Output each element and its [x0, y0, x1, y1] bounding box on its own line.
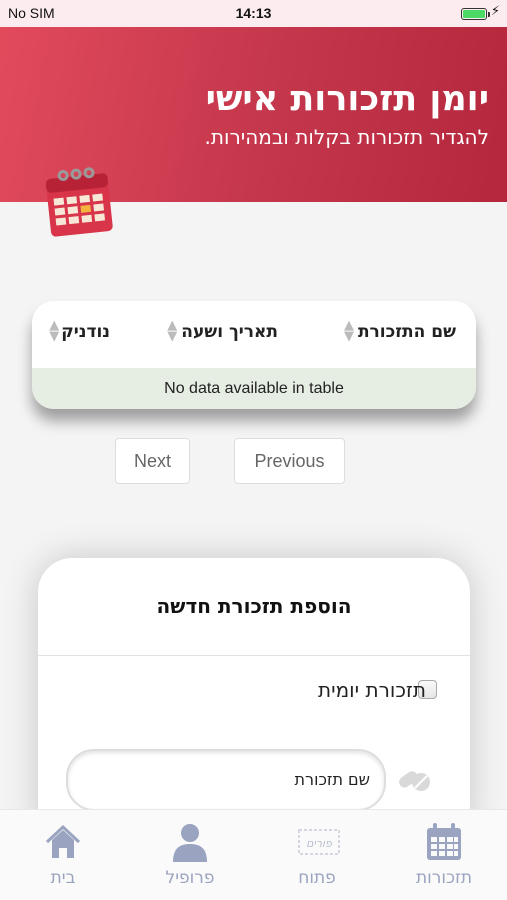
page-subtitle: להגדיר תזכורות בקלות ובמהירות.	[204, 125, 490, 149]
reminder-name-input[interactable]: שם תזכורת	[66, 749, 386, 811]
tab-open-label: פתוח	[298, 868, 336, 888]
calendar-icon	[45, 167, 113, 237]
next-button[interactable]: Next	[115, 438, 190, 484]
clock: 14:13	[235, 5, 272, 21]
battery-icon	[461, 8, 490, 20]
pills-icon	[399, 771, 430, 791]
sort-icon: ▲ ▼	[49, 318, 60, 344]
open-icon: פורים	[298, 829, 340, 855]
profile-icon	[173, 824, 207, 862]
tab-open[interactable]: פורים פתוח	[254, 810, 380, 900]
tab-reminders-label: תזכורות	[415, 868, 473, 888]
add-reminder-card: הוספת תזכורת חדשה תזכורת יומית שם תזכורת	[38, 558, 470, 848]
table-empty-message: No data available in table	[32, 368, 476, 409]
tab-home[interactable]: בית	[0, 810, 126, 900]
reminders-table: שם התזכורת ▲ ▼ תאריך ושעה ▲ ▼ נודניק ▲ ▼ No…	[32, 301, 476, 409]
tab-profile[interactable]: פרופיל	[127, 810, 253, 900]
home-icon	[45, 824, 81, 858]
sort-icon: ▲ ▼	[343, 318, 354, 344]
table-header: שם התזכורת ▲ ▼ תאריך ושעה ▲ ▼ נודניק ▲ ▼	[32, 301, 476, 368]
previous-button[interactable]: Previous	[234, 438, 345, 484]
column-header-snooze[interactable]: נודניק ▲ ▼	[49, 319, 110, 343]
page-title: יומן תזכורות אישי	[205, 79, 489, 119]
column-header-date-time[interactable]: תאריך ושעה ▲ ▼	[167, 319, 278, 343]
daily-reminder-label: תזכורת יומית	[317, 678, 426, 702]
tab-profile-label: פרופיל	[165, 868, 215, 888]
calendar-icon	[427, 823, 461, 860]
tab-home-label: בית	[50, 868, 76, 888]
tab-reminders[interactable]: תזכורות	[381, 810, 507, 900]
bottom-tab-bar: בית פרופיל פורים פתוח תזכורות	[0, 809, 507, 900]
svg-text:פורים: פורים	[306, 837, 333, 850]
sort-icon: ▲ ▼	[167, 318, 178, 344]
status-bar: No SIM 14:13 ⚡	[0, 0, 507, 27]
divider	[38, 655, 470, 656]
add-reminder-title: הוספת תזכורת חדשה	[156, 594, 352, 618]
column-header-reminder-name[interactable]: שם התזכורת ▲ ▼	[344, 319, 456, 343]
charging-icon: ⚡	[490, 4, 500, 19]
